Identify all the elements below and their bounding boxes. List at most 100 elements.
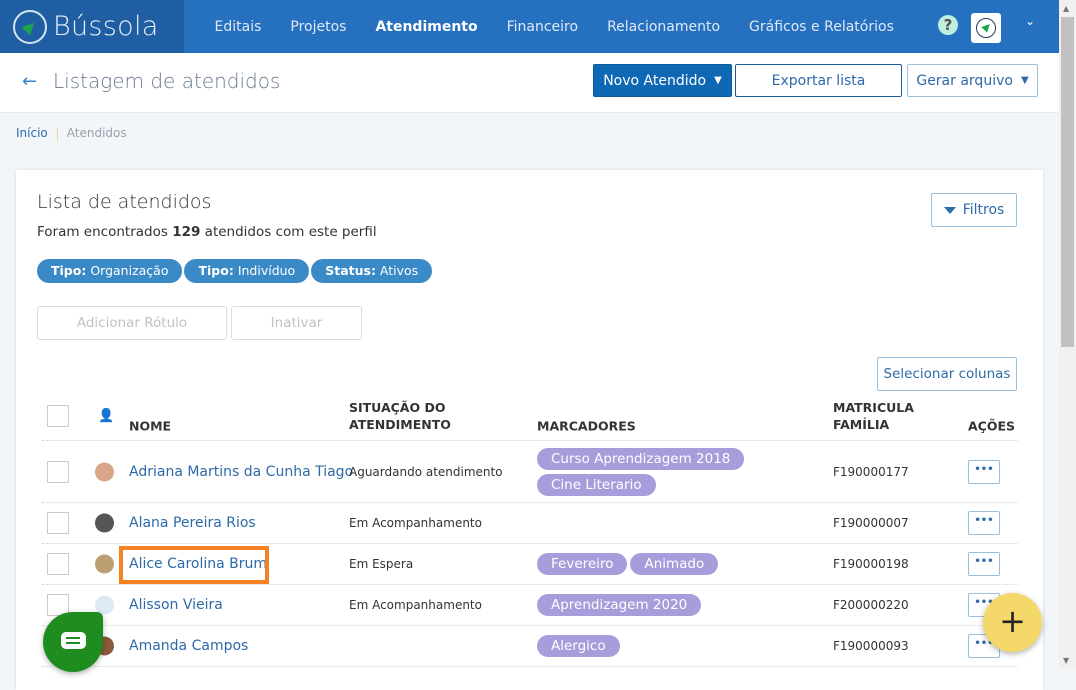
tag-chip[interactable]: Alergico [537, 635, 620, 657]
avatar [95, 554, 114, 574]
person-icon: 👤 [98, 408, 115, 423]
nav-financeiro[interactable]: Financeiro [492, 19, 592, 35]
attendee-list-card: Lista de atendidos Foram encontrados 129… [16, 170, 1043, 690]
table-row: Alice Carolina Brum Em Espera Fevereiro A… [42, 544, 1018, 585]
attendee-name-link[interactable]: Adriana Martins da Cunha Tiago [129, 464, 353, 480]
generate-file-label: Gerar arquivo [916, 72, 1013, 89]
table-row: Amanda Campos Alergico F190000093 ••• [42, 626, 1018, 667]
chat-button[interactable] [43, 612, 103, 672]
attendee-name-link[interactable]: Alisson Vieira [129, 597, 223, 613]
matricula-text: F200000220 [833, 598, 909, 612]
col-actions: AÇÕES [968, 418, 1016, 434]
chip-value: Indivíduo [233, 263, 296, 278]
matricula-text: F190000093 [833, 639, 909, 653]
status-text: Em Espera [349, 557, 414, 571]
nav-projetos[interactable]: Projetos [276, 19, 361, 35]
add-fab-button[interactable]: + [983, 593, 1042, 652]
actions-menu-button[interactable]: ••• [968, 552, 1000, 576]
filters-button[interactable]: Filtros [931, 193, 1017, 227]
breadcrumb: Início Atendidos [16, 126, 127, 141]
chip-value: Ativos [375, 263, 419, 278]
chevron-down-icon: ▼ [714, 75, 722, 86]
top-nav: Bússola Editais Projetos Atendimento Fin… [0, 0, 1059, 53]
actions-menu-button[interactable]: ••• [968, 459, 1000, 484]
tags-cell: Alergico [537, 635, 747, 657]
chip-key: Status: [325, 263, 376, 278]
avatar [95, 462, 114, 481]
table-row: Adriana Martins da Cunha Tiago Aguardand… [42, 441, 1018, 503]
actions-menu-button[interactable]: ••• [968, 511, 1000, 535]
col-name[interactable]: NOME [129, 418, 171, 435]
tag-chip[interactable]: Animado [630, 553, 719, 575]
page-header: ← Listagem de atendidos Novo Atendido ▼ E… [0, 53, 1059, 113]
page-title: Listagem de atendidos [53, 69, 281, 93]
back-arrow-icon[interactable]: ← [22, 71, 37, 92]
row-checkbox[interactable] [47, 512, 69, 534]
scrollbar-thumb[interactable] [1061, 17, 1074, 347]
table-header: 👤 NOME SITUAÇÃO DO ATENDIMENTO MARCADORES… [42, 391, 1018, 441]
attendee-name-link[interactable]: Amanda Campos [129, 638, 248, 654]
chevron-down-icon[interactable]: ⌄ [1025, 14, 1035, 28]
compass-icon [13, 9, 47, 44]
tag-chip[interactable]: Aprendizagem 2020 [537, 594, 702, 616]
tag-chip[interactable]: Fevereiro [537, 553, 628, 575]
breadcrumb-current: Atendidos [66, 126, 127, 140]
inactivate-button[interactable]: Inativar [231, 306, 362, 340]
scroll-up-icon[interactable]: ▲ [1063, 4, 1069, 13]
avatar [95, 513, 114, 533]
attendee-name-link[interactable]: Alice Carolina Brum [129, 556, 267, 572]
filter-icon [943, 206, 956, 214]
filter-chip[interactable]: Status: Ativos [311, 259, 433, 283]
tags-cell: Fevereiro Animado [537, 553, 747, 575]
matricula-text: F190000177 [833, 464, 909, 479]
select-all-checkbox[interactable] [47, 404, 69, 427]
export-list-button[interactable]: Exportar lista [735, 64, 902, 97]
col-tags[interactable]: MARCADORES [537, 418, 636, 435]
new-attendee-label: Novo Atendido [603, 72, 707, 89]
count-suffix: atendidos com este perfil [200, 224, 377, 240]
status-text: Em Acompanhamento [349, 598, 482, 612]
card-title: Lista de atendidos [37, 191, 212, 213]
generate-file-button[interactable]: Gerar arquivo ▼ [907, 64, 1038, 97]
col-mat-line2: FAMÍLIA [833, 416, 890, 432]
nav-atendimento[interactable]: Atendimento [361, 19, 492, 35]
filters-label: Filtros [962, 202, 1005, 218]
row-checkbox[interactable] [47, 460, 69, 483]
tag-chip[interactable]: Curso Aprendizagem 2018 [537, 447, 745, 470]
col-mat-line1: MATRICULA [833, 399, 914, 415]
nav-graficos[interactable]: Gráficos e Relatórios [735, 19, 909, 35]
chip-value: Organização [86, 263, 169, 278]
matricula-text: F190000007 [833, 516, 909, 530]
filter-chip[interactable]: Tipo: Indivíduo [184, 259, 310, 283]
table-row: Alana Pereira Rios Em Acompanhamento F19… [42, 503, 1018, 544]
col-status[interactable]: SITUAÇÃO DO ATENDIMENTO [349, 399, 451, 433]
select-columns-button[interactable]: Selecionar colunas [877, 357, 1017, 391]
chat-icon [61, 632, 86, 649]
attendee-name-link[interactable]: Alana Pereira Rios [129, 515, 256, 531]
col-status-line2: ATENDIMENTO [349, 416, 451, 432]
col-status-line1: SITUAÇÃO DO [349, 399, 446, 415]
matricula-text: F190000198 [833, 557, 909, 571]
logo-text: Bússola [53, 11, 159, 42]
breadcrumb-separator [56, 126, 58, 141]
help-icon[interactable]: ? [938, 15, 958, 35]
logo[interactable]: Bússola [0, 0, 184, 53]
chevron-down-icon: ▼ [1020, 75, 1029, 86]
col-matricula[interactable]: MATRICULA FAMÍLIA [833, 399, 914, 433]
breadcrumb-home[interactable]: Início [16, 126, 48, 140]
tags-cell: Curso Aprendizagem 2018 Cine Literario [537, 447, 747, 496]
status-text: Aguardando atendimento [349, 464, 503, 479]
result-count: 129 [172, 224, 201, 240]
scroll-down-icon[interactable]: ▼ [1063, 656, 1069, 665]
nav-relacionamento[interactable]: Relacionamento [593, 19, 735, 35]
filter-chip[interactable]: Tipo: Organização [37, 259, 183, 283]
chip-key: Tipo: [198, 263, 234, 278]
row-checkbox[interactable] [47, 553, 69, 575]
user-avatar[interactable] [971, 13, 1001, 43]
result-count-text: Foram encontrados 129 atendidos com este… [37, 224, 377, 240]
nav-editais[interactable]: Editais [200, 19, 276, 35]
add-label-button[interactable]: Adicionar Rótulo [37, 306, 227, 340]
tag-chip[interactable]: Cine Literario [537, 473, 656, 496]
new-attendee-button[interactable]: Novo Atendido ▼ [593, 64, 732, 97]
table-row: Alisson Vieira Em Acompanhamento Aprendi… [42, 585, 1018, 626]
